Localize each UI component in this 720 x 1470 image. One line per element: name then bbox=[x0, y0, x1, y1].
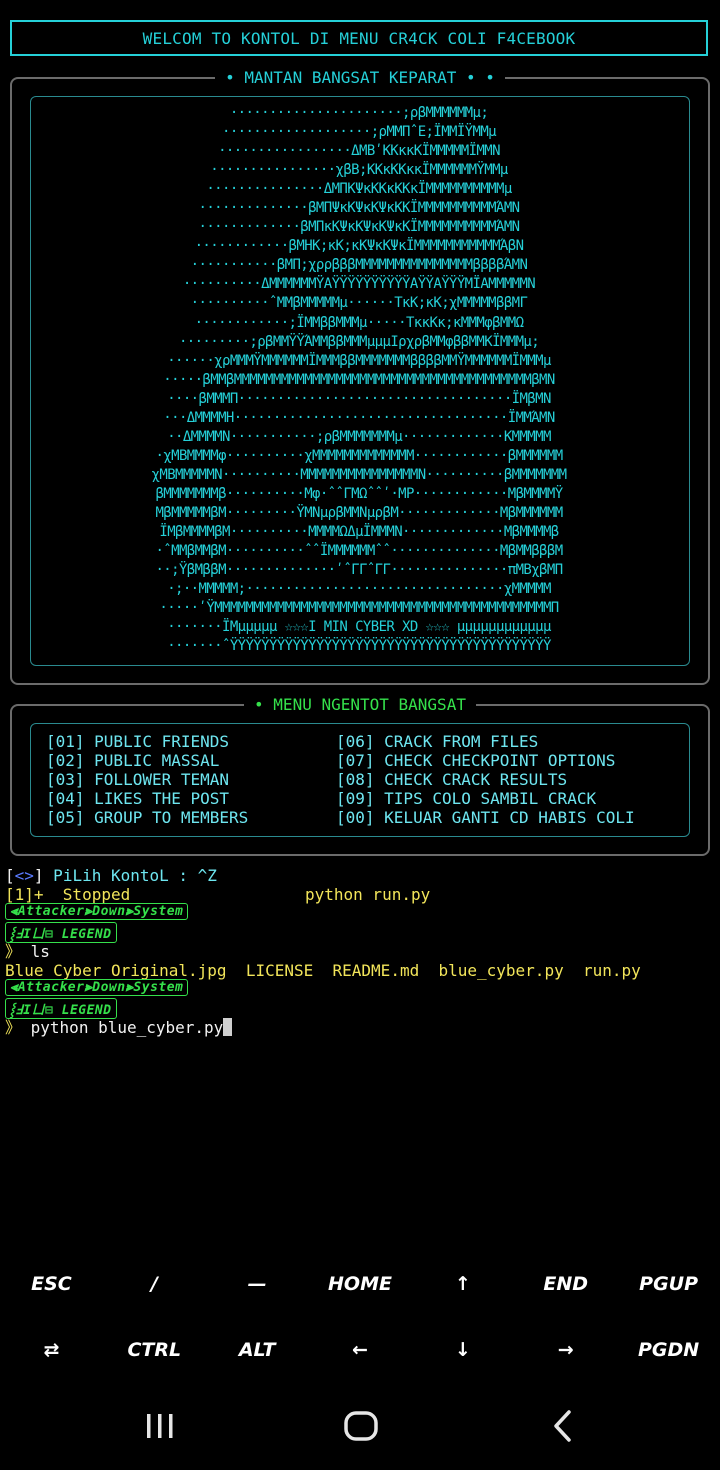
ascii-art-line: ·····ʹŸMMMMMMMMMMMMMMMMMMMMMMMMMMMMMMMMM… bbox=[159, 600, 559, 617]
key-down-arrow-icon[interactable]: ↓ bbox=[411, 1339, 514, 1361]
ascii-art-line: ·······ˆΫΫΫΫΫΫΫΫΫΫΫΫΫΫΫΫΫΫΫΫΫΫΫΫΫΫΫΫΫΫΫΫ… bbox=[167, 638, 551, 655]
menu-item-03: [03] FOLLOWER TEMAN bbox=[46, 770, 230, 789]
shell-banner-top-2: ⫷Attacker⫸Down⫸System bbox=[5, 979, 189, 996]
ascii-art-line: ·······ÏMμμμμμ ☆☆☆I MIN CYBER XD ☆☆☆ μμμ… bbox=[167, 619, 551, 636]
menu-item-07: [07] CHECK CHECKPOINT OPTIONS bbox=[336, 751, 616, 770]
ascii-art: ······················;ρβMMMMMMμ; ·······… bbox=[34, 104, 684, 656]
menu-panel-legend: • MENU NGENTOT BANGSAT bbox=[244, 695, 476, 714]
ascii-art-line: ·················ΔMBʹKKκκKÏMMMMMÏMMN bbox=[218, 143, 500, 160]
ascii-art-line: ÏMβMMMMβM··········MMMMΩΔμÏMMMN·········… bbox=[159, 524, 559, 541]
ascii-art-line: MβMMMMMβM·········ŸMNμρβMMNμρβM·········… bbox=[155, 504, 563, 521]
ascii-art-line: ······χρMMMŸMMMMMMÏMMMββMMMMMMMββββMMŸMM… bbox=[167, 352, 551, 369]
shell-banner-bottom-2: ⸾ℲIㄩ⊟ LEGEND bbox=[5, 998, 117, 1019]
ascii-art-line: ·········;ρβMMŸŸΆMMββMMMμμμIρχρβMMφββMMK… bbox=[178, 333, 540, 350]
prompt-symbol: <> bbox=[14, 866, 34, 885]
key-up-arrow-icon[interactable]: ↑ bbox=[411, 1273, 514, 1295]
ascii-art-line: ···········βMΠ;χρρβββMMMMMMMMMMMMMMMββββ… bbox=[190, 257, 528, 274]
key-end[interactable]: END bbox=[514, 1273, 617, 1295]
key-pgup[interactable]: PGUP bbox=[617, 1273, 720, 1295]
current-command-line[interactable]: 》 python blue_cyber.py bbox=[5, 1018, 233, 1037]
text-cursor bbox=[223, 1018, 233, 1036]
ascii-art-line: ·····βMMβMMMMMMMMMMMMMMMMMMMMMMMMMMMMMMM… bbox=[163, 371, 555, 388]
home-icon[interactable] bbox=[343, 1408, 379, 1448]
system-nav-bar bbox=[0, 1390, 720, 1470]
file-listing: Blue_Cyber_Original.jpg LICENSE README.m… bbox=[5, 961, 641, 980]
key-alt[interactable]: ALT bbox=[206, 1339, 309, 1361]
key-tab-icon[interactable]: ⇄ bbox=[0, 1339, 103, 1361]
ascii-art-line: ················χβB;KKκKKκκÏMMMMMMŸMMμ bbox=[210, 162, 508, 179]
extra-keys-row-2: ⇄ CTRL ALT ← ↓ → PGDN bbox=[0, 1339, 720, 1361]
stopped-job-label: [1]+ Stopped bbox=[5, 885, 131, 904]
key-dash[interactable]: — bbox=[206, 1273, 309, 1295]
choice-prompt: PiLih KontoL : ^Z bbox=[43, 866, 217, 885]
ascii-art-line: ···············ΔMΠKΨκKKκKKκÏMMMMMMMMMMμ bbox=[206, 181, 512, 198]
menu-grid: [01] PUBLIC FRIENDS [06] CRACK FROM FILE… bbox=[46, 732, 686, 827]
recent-apps-icon[interactable] bbox=[144, 1410, 176, 1446]
key-slash[interactable]: / bbox=[103, 1273, 206, 1295]
ascii-art-line: ·χMBMMMMφ··········χMMMMMMMMMMMMM·······… bbox=[155, 447, 563, 464]
ascii-art-line: βMMMMMMMβ··········Mφ·ˆˆΓMΩˆˆʹ·MP·······… bbox=[155, 485, 563, 502]
ascii-art-line: ··········ˆMMβMMMMMμ······TκK;κK;χMMMMMβ… bbox=[190, 295, 528, 312]
ascii-art-line: ··ΔMMMMN···········;ρβMMMMMMMμ··········… bbox=[167, 428, 551, 445]
back-icon[interactable] bbox=[550, 1408, 578, 1448]
ascii-art-line: ···················;ρMMΠˆE;ÏMMÏŸMMμ bbox=[221, 124, 497, 141]
ascii-art-line: ····βMMMΠ·······························… bbox=[167, 390, 551, 407]
current-command: python blue_cyber.py bbox=[21, 1018, 224, 1037]
key-ctrl[interactable]: CTRL bbox=[103, 1339, 206, 1361]
menu-item-04: [04] LIKES THE POST bbox=[46, 789, 230, 808]
ascii-art-line: ·;··MMMMM;······························… bbox=[167, 581, 551, 598]
extra-keys-row-1: ESC / — HOME ↑ END PGUP bbox=[0, 1273, 720, 1295]
menu-item-02: [02] PUBLIC MASSAL bbox=[46, 751, 220, 770]
menu-item-09: [09] TIPS COLO SAMBIL CRACK bbox=[336, 789, 597, 808]
ascii-art-line: χMBMMMMMN··········MMMMMMMMMMMMMMMN·····… bbox=[151, 466, 568, 483]
key-home[interactable]: HOME bbox=[309, 1273, 412, 1295]
art-panel-legend: • MANTAN BANGSAT KEPARAT • • bbox=[215, 68, 505, 87]
key-pgdn[interactable]: PGDN bbox=[617, 1339, 720, 1361]
key-left-arrow-icon[interactable]: ← bbox=[309, 1339, 412, 1361]
ascii-art-line: ···ΔMMMMH·······························… bbox=[163, 409, 555, 426]
stopped-job-command: python run.py bbox=[305, 885, 431, 904]
ascii-art-line: ············βMHK;κK;κKΨκKΨκÏMMMMMMMMMMMΆ… bbox=[194, 238, 524, 255]
menu-item-08: [08] CHECK CRACK RESULTS bbox=[336, 770, 568, 789]
ascii-art-line: ·ˆMMβMMβM··········ˆˆÏMMMMMMˆˆ··········… bbox=[155, 543, 563, 560]
ascii-art-line: ··;ŸβMββM··············ʹˆΓΓˆΓΓ··········… bbox=[155, 562, 563, 579]
ascii-art-line: ··············βMΠΨκKΨκKΨκKKÏMMMMMMMMMMΆM… bbox=[198, 200, 521, 217]
ascii-art-line: ·············βMΠκKΨκKΨκKΨκKÏMMMMMMMMMMΆM… bbox=[198, 219, 521, 236]
app-title: WELCOM TO KONTOL DI MENU CR4CK COLI F4CE… bbox=[142, 28, 576, 48]
menu-item-01: [01] PUBLIC FRIENDS bbox=[46, 732, 230, 751]
ascii-art-line: ············;ÏMMββMMMμ·····TκκKκ;κMMMφβM… bbox=[194, 314, 524, 331]
shell-banner-top: ⫷Attacker⫸Down⫸System bbox=[5, 903, 189, 920]
shell-banner-bottom: ⸾ℲIㄩ⊟ LEGEND bbox=[5, 922, 117, 943]
choice-prompt-line: [<>] PiLih KontoL : ^Z bbox=[5, 866, 217, 885]
key-esc[interactable]: ESC bbox=[0, 1273, 103, 1295]
app-title-box: WELCOM TO KONTOL DI MENU CR4CK COLI F4CE… bbox=[10, 20, 708, 56]
ascii-art-line: ··········ΔMMMMMMΫΑΫΫΫΫΫΫΫΫΫΫΑΫΫΑΫΫΫMΪΑM… bbox=[182, 276, 536, 293]
menu-item-05: [05] GROUP TO MEMBERS bbox=[46, 808, 249, 827]
menu-item-00: [00] KELUAR GANTI CD HABIS COLI bbox=[336, 808, 635, 827]
key-right-arrow-icon[interactable]: → bbox=[514, 1339, 617, 1361]
menu-item-06: [06] CRACK FROM FILES bbox=[336, 732, 539, 751]
shell-command-ls: 》 ls bbox=[5, 942, 50, 961]
ascii-art-line: ······················;ρβMMMMMMμ; bbox=[229, 105, 489, 121]
